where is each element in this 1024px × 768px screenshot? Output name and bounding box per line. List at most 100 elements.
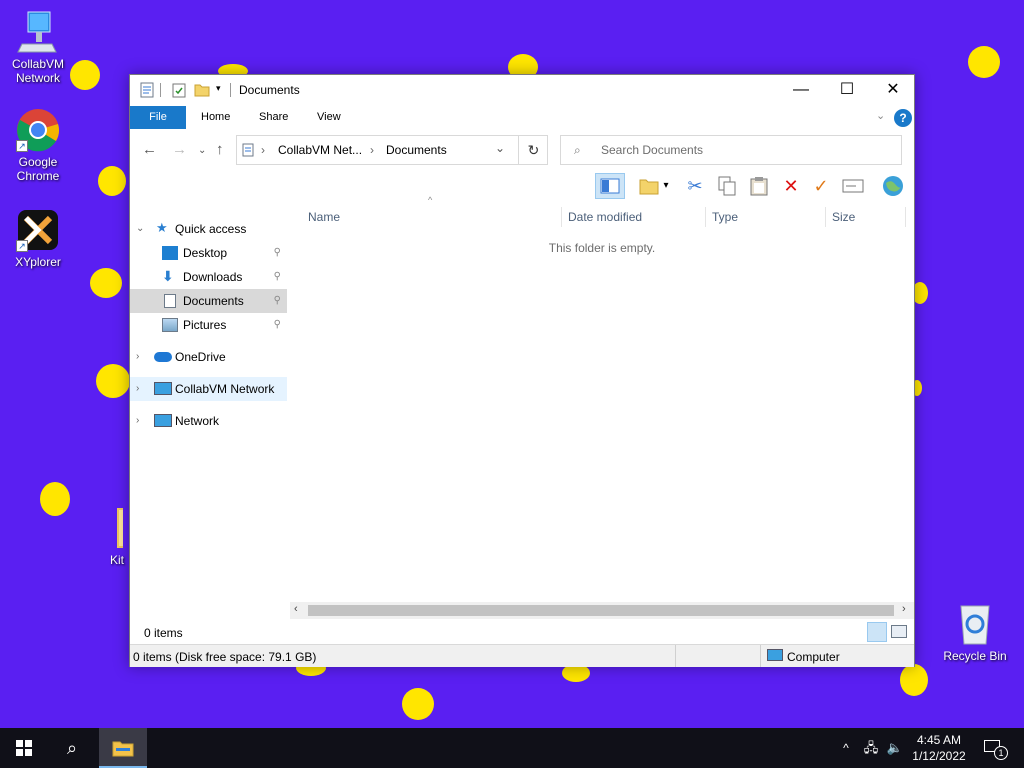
desktop-icon-label: Recycle Bin [943, 649, 1007, 663]
paste-icon[interactable] [746, 173, 772, 199]
properties-icon[interactable] [172, 82, 186, 98]
shortcut-arrow-icon: ↗ [16, 140, 28, 152]
expand-chevron-icon[interactable]: ⌄ [136, 217, 144, 241]
desktop-icon-google-chrome[interactable]: ↗ Google Chrome [0, 108, 76, 183]
pin-icon[interactable]: ⚲ [274, 289, 281, 313]
clock[interactable]: 4:45 AM 1/12/2022 [906, 732, 972, 764]
navigation-pane: ⌄ ★ Quick access Desktop ⚲ ⬇ Downloads ⚲… [130, 203, 288, 603]
computer-icon [154, 382, 172, 395]
customize-toolbar-icon[interactable]: ▾ [216, 83, 221, 94]
column-type[interactable]: Type [706, 207, 826, 227]
column-name[interactable]: Name [302, 207, 562, 227]
explorer-window: ▾ Documents — ☐ ✕ File Home Share View ⌄… [129, 74, 915, 667]
expand-chevron-icon[interactable]: › [136, 345, 139, 369]
status-zone: Computer [787, 650, 840, 664]
minimize-button[interactable]: — [778, 75, 824, 105]
search-button[interactable]: ⌕ [48, 728, 96, 768]
maximize-button[interactable]: ☐ [824, 75, 870, 105]
copy-icon[interactable] [714, 173, 740, 199]
help-icon[interactable]: ? [894, 109, 912, 127]
nav-network[interactable]: › Network [130, 409, 287, 433]
details-view-icon[interactable] [867, 622, 887, 642]
scroll-left-icon[interactable]: ‹ [294, 603, 298, 615]
title-bar[interactable]: ▾ Documents — ☐ ✕ [130, 75, 914, 105]
pin-icon[interactable]: ⚲ [274, 241, 281, 265]
new-folder-icon[interactable] [194, 83, 210, 97]
window-title: Documents [239, 83, 300, 97]
search-input[interactable]: ⌕ Search Documents [560, 135, 902, 165]
desktop-icon [162, 246, 178, 260]
globe-icon[interactable] [880, 173, 906, 199]
nav-onedrive[interactable]: › OneDrive [130, 345, 287, 369]
nav-pictures[interactable]: Pictures ⚲ [130, 313, 287, 337]
breadcrumb-collabvm[interactable]: CollabVM Net... [278, 143, 362, 157]
nav-desktop[interactable]: Desktop ⚲ [130, 241, 287, 265]
clock-time: 4:45 AM [916, 733, 962, 747]
sort-chevron-icon: ^ [428, 195, 433, 205]
clock-date: 1/12/2022 [912, 749, 966, 763]
start-button[interactable] [0, 728, 48, 768]
large-icons-view-icon[interactable] [891, 625, 907, 638]
status-text: 0 items (Disk free space: 79.1 GB) [133, 650, 317, 664]
cloud-icon [154, 352, 172, 362]
nav-label: CollabVM Network [175, 382, 275, 396]
tab-home[interactable]: Home [186, 106, 245, 129]
up-arrow-icon[interactable]: ↑ [216, 141, 224, 158]
desktop-icon-label: Google Chrome [16, 155, 60, 183]
search-icon: ⌕ [574, 143, 581, 157]
show-hidden-icons-chevron-icon[interactable]: ^ [836, 728, 856, 768]
documents-icon [242, 143, 254, 160]
network-icon [154, 414, 172, 427]
pin-icon[interactable]: ⚲ [274, 313, 281, 337]
cut-icon[interactable]: ✂ [682, 173, 708, 199]
horizontal-scrollbar[interactable]: ‹ › [290, 602, 914, 619]
network-tray-icon[interactable]: 🖧 [860, 728, 882, 768]
file-list[interactable]: ^ Name Date modified Type Size This fold… [290, 195, 914, 607]
forward-arrow-icon[interactable]: → [172, 141, 187, 158]
taskbar: ⌕ ^ 🖧 🔈 4:45 AM 1/12/2022 1 [0, 728, 1024, 768]
status-bar: 0 items (Disk free space: 79.1 GB) Compu… [130, 644, 914, 667]
expand-chevron-icon[interactable]: › [136, 377, 139, 401]
ribbon-tabs: File Home Share View ⌄ ? [130, 106, 914, 129]
volume-muted-icon[interactable]: 🔈 [884, 728, 906, 768]
breadcrumb-separator-icon[interactable]: › [370, 143, 374, 157]
nav-downloads[interactable]: ⬇ Downloads ⚲ [130, 265, 287, 289]
nav-quick-access[interactable]: ⌄ ★ Quick access [130, 217, 287, 241]
desktop-icon-recycle-bin[interactable]: Recycle Bin [937, 602, 1013, 663]
desktop-icon-xyplorer[interactable]: ↗ XYplorer [0, 208, 76, 269]
column-date-modified[interactable]: Date modified [562, 207, 706, 227]
close-button[interactable]: ✕ [870, 75, 916, 105]
new-item-icon[interactable] [636, 173, 662, 199]
nav-documents[interactable]: Documents ⚲ [130, 289, 287, 313]
scroll-right-icon[interactable]: › [902, 603, 906, 615]
rename-icon[interactable] [840, 173, 866, 199]
file-explorer-taskbar-button[interactable] [99, 728, 147, 768]
refresh-button[interactable]: ↻ [518, 135, 548, 165]
new-item-dropdown-icon[interactable]: ▾ [660, 173, 672, 199]
tab-view[interactable]: View [302, 106, 356, 129]
delete-icon[interactable]: ✕ [778, 173, 804, 199]
download-arrow-icon: ⬇ [162, 268, 174, 284]
column-size[interactable]: Size [826, 207, 906, 227]
scrollbar-thumb[interactable] [308, 605, 894, 616]
breadcrumb-documents[interactable]: Documents [386, 143, 447, 157]
pin-icon[interactable]: ⚲ [274, 265, 281, 289]
address-bar[interactable]: › CollabVM Net... › Documents ⌄ [236, 135, 548, 165]
pictures-icon [162, 318, 178, 332]
checkmark-icon[interactable]: ✓ [808, 173, 834, 199]
desktop-icon-label: CollabVM Network [11, 57, 65, 85]
empty-folder-message: This folder is empty. [548, 241, 656, 255]
tab-file[interactable]: File [130, 106, 186, 129]
address-dropdown-icon[interactable]: ⌄ [495, 141, 505, 155]
star-icon: ★ [156, 220, 168, 235]
breadcrumb-separator-icon[interactable]: › [261, 143, 265, 157]
back-arrow-icon[interactable]: ← [142, 141, 157, 158]
desktop-icon-collabvm-network[interactable]: CollabVM Network [0, 10, 76, 85]
recent-locations-chevron-icon[interactable]: ⌄ [198, 145, 206, 156]
tab-share[interactable]: Share [244, 106, 303, 129]
expand-chevron-icon[interactable]: › [136, 409, 139, 433]
notifications-button[interactable]: 1 [978, 728, 1018, 768]
expand-ribbon-icon[interactable]: ⌄ [876, 109, 885, 122]
nav-collabvm-network[interactable]: › CollabVM Network [130, 377, 287, 401]
preview-pane-icon[interactable] [595, 173, 625, 199]
